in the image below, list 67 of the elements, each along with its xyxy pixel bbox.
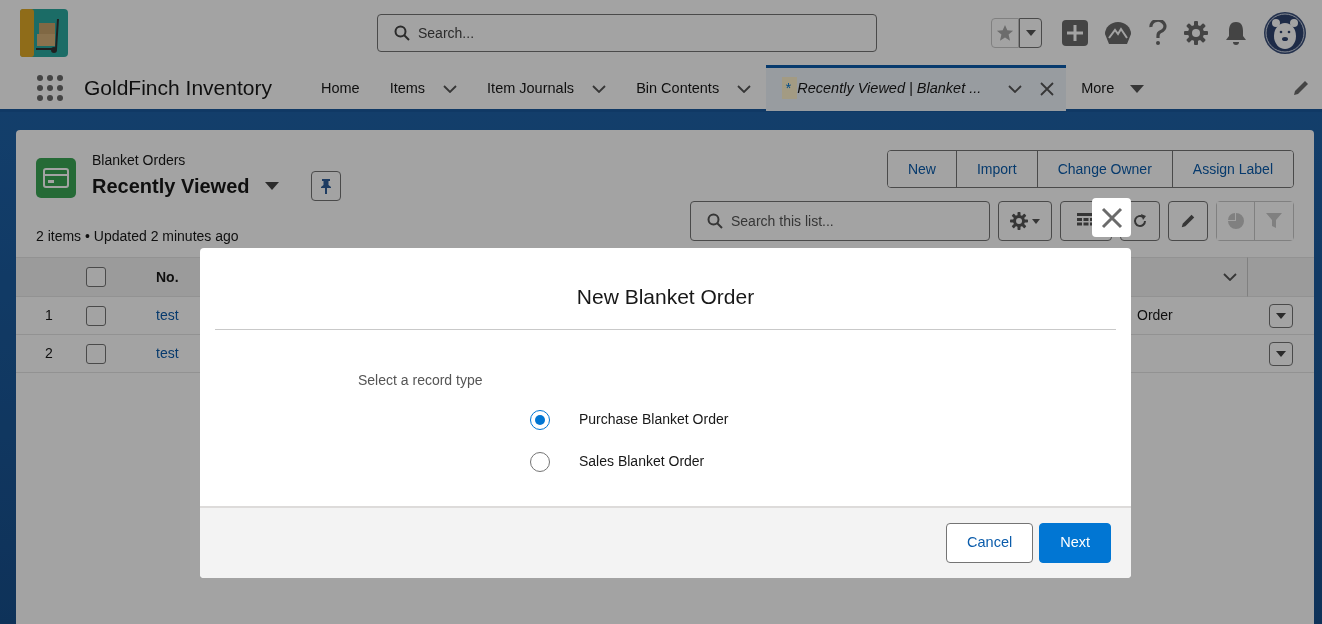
avatar-icon[interactable]	[1264, 12, 1306, 54]
action-button[interactable]: Assign Label	[1171, 151, 1293, 187]
caret-icon	[1032, 218, 1040, 224]
plus-icon[interactable]	[1062, 20, 1088, 46]
favorites-dropdown-button[interactable]	[1019, 18, 1042, 48]
object-name: Blanket Orders	[92, 151, 187, 170]
nav-tab[interactable]: Item Journals	[472, 64, 622, 111]
record-link[interactable]: test	[156, 343, 179, 364]
filter-icon	[1266, 213, 1282, 229]
chevron-icon[interactable]	[1223, 273, 1237, 281]
app-launcher-icon[interactable]	[36, 73, 64, 102]
chevron-icon[interactable]	[443, 85, 458, 93]
pin-icon	[320, 178, 333, 194]
close-button[interactable]	[1092, 198, 1131, 237]
next-button[interactable]: Next	[1039, 523, 1111, 563]
gear-icon	[1010, 212, 1028, 230]
row-checkbox[interactable]	[86, 343, 106, 364]
nav-tab[interactable]: * Recently Viewed | Blanket ...	[766, 64, 1067, 111]
pin-button[interactable]	[311, 171, 342, 201]
caret-icon[interactable]	[265, 182, 280, 190]
table-cell: Order	[1133, 297, 1248, 335]
dialog-title: New Blanket Order	[215, 248, 1116, 330]
mountain-icon[interactable]	[1104, 21, 1132, 45]
caret-icon	[1025, 30, 1036, 36]
row-checkbox[interactable]	[86, 305, 106, 326]
app-name: GoldFinch Inventory	[84, 74, 272, 101]
record-type-prompt: Select a record type	[358, 370, 483, 390]
select-all-checkbox[interactable]	[86, 267, 106, 287]
refresh-icon	[1132, 213, 1148, 229]
caret-icon	[1276, 312, 1286, 319]
close-icon	[1100, 206, 1123, 229]
blanket-order-icon	[36, 158, 76, 198]
nav-tab[interactable]: Items	[374, 64, 473, 111]
edit-button[interactable]	[1168, 201, 1208, 241]
list-settings-button[interactable]	[998, 201, 1052, 241]
pencil-icon[interactable]	[1292, 78, 1310, 97]
radio-button[interactable]	[530, 409, 550, 430]
option-label[interactable]: Purchase Blanket Order	[579, 409, 729, 430]
pencil-icon	[1180, 213, 1196, 229]
row-actions-button[interactable]	[1269, 341, 1293, 366]
app-logo	[20, 9, 68, 57]
more-tab[interactable]: More	[1066, 64, 1160, 111]
option-label[interactable]: Sales Blanket Order	[579, 451, 705, 472]
caret-icon	[1276, 350, 1286, 357]
settings-icon[interactable]	[1184, 21, 1208, 45]
search-field[interactable]: Search...	[377, 14, 877, 52]
favorite-star-button[interactable]	[991, 18, 1019, 48]
caret-icon	[1130, 85, 1145, 93]
bell-icon[interactable]	[1224, 21, 1248, 45]
pie-chart-icon	[1227, 213, 1244, 229]
close-icon[interactable]	[1040, 82, 1055, 96]
list-search-field[interactable]: Search this list...	[690, 201, 990, 241]
record-link[interactable]: test	[156, 305, 179, 326]
nav-tab[interactable]: Bin Contents	[621, 64, 767, 111]
search-icon	[707, 213, 723, 229]
help-icon[interactable]	[1148, 20, 1168, 46]
chevron-icon[interactable]	[737, 85, 752, 93]
search-icon	[394, 25, 410, 41]
chevron-icon[interactable]	[1008, 85, 1023, 93]
list-view-title: Recently Viewed	[92, 174, 250, 199]
list-status: 2 items • Updated 2 minutes ago	[36, 227, 239, 246]
cancel-button[interactable]: Cancel	[946, 523, 1034, 563]
radio-button[interactable]	[530, 451, 550, 472]
chevron-icon[interactable]	[592, 85, 607, 93]
star-icon	[996, 24, 1014, 42]
row-actions-button[interactable]	[1269, 303, 1293, 328]
nav-tab[interactable]: Home	[305, 64, 375, 111]
